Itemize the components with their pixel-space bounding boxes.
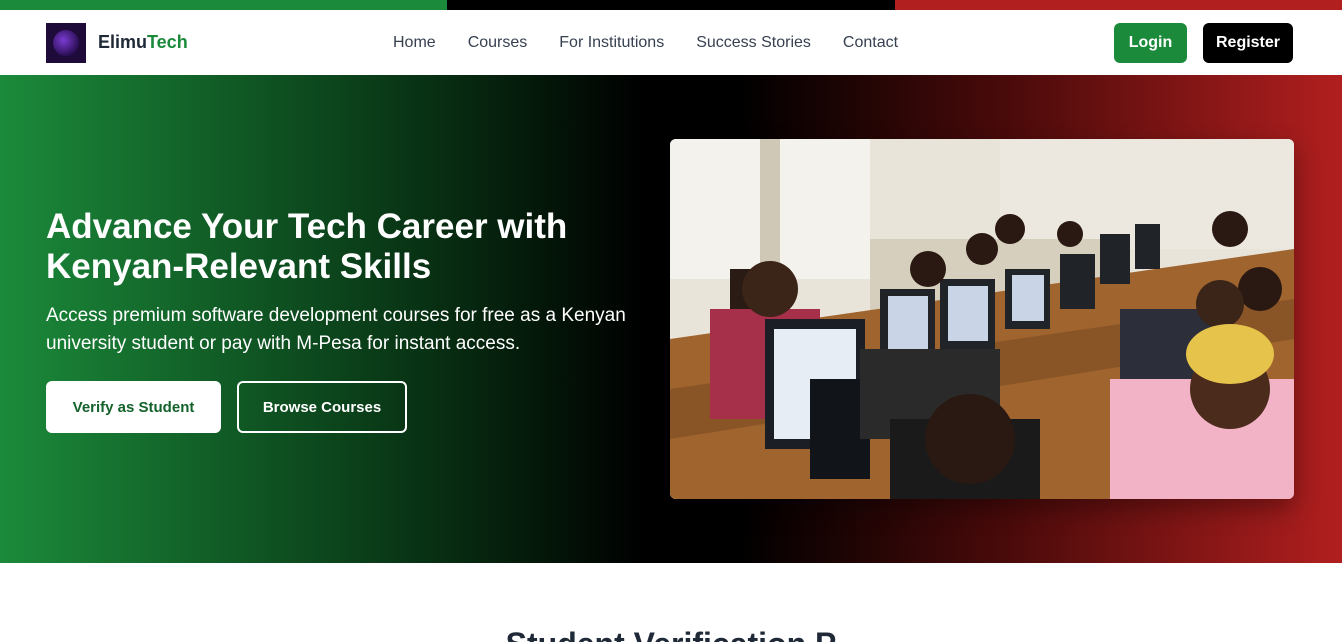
nav-success-stories[interactable]: Success Stories bbox=[696, 34, 811, 52]
flag-black-stripe bbox=[447, 0, 895, 10]
computer-lab-photo bbox=[670, 139, 1294, 499]
verify-student-button[interactable]: Verify as Student bbox=[46, 381, 221, 433]
nav-contact[interactable]: Contact bbox=[843, 34, 898, 52]
hero-section: Advance Your Tech Career with Kenyan-Rel… bbox=[0, 75, 1342, 563]
hero-subtitle: Access premium software development cour… bbox=[46, 305, 626, 354]
brand-name-part2: Tech bbox=[147, 32, 188, 52]
brand-name-part1: Elimu bbox=[98, 32, 148, 52]
flag-green-stripe bbox=[0, 0, 448, 10]
section-title-student-verification: Student Verification P bbox=[0, 626, 1342, 642]
hero-image bbox=[670, 139, 1294, 499]
main-nav: Home Courses For Institutions Success St… bbox=[393, 34, 898, 52]
elimutech-logo-icon[interactable] bbox=[46, 23, 86, 63]
nav-home[interactable]: Home bbox=[393, 34, 436, 52]
hero-title: Advance Your Tech Career with Kenyan-Rel… bbox=[46, 207, 568, 286]
site-header: ElimuTech Home Courses For Institutions … bbox=[0, 10, 1342, 75]
brand-name[interactable]: ElimuTech bbox=[98, 32, 188, 53]
kenyan-flag-bar bbox=[0, 0, 1342, 10]
login-button[interactable]: Login bbox=[1114, 23, 1187, 63]
nav-courses[interactable]: Courses bbox=[468, 34, 528, 52]
browse-courses-button[interactable]: Browse Courses bbox=[237, 381, 407, 433]
flag-red-stripe bbox=[894, 0, 1342, 10]
nav-institutions[interactable]: For Institutions bbox=[559, 34, 664, 52]
register-button[interactable]: Register bbox=[1203, 23, 1293, 63]
